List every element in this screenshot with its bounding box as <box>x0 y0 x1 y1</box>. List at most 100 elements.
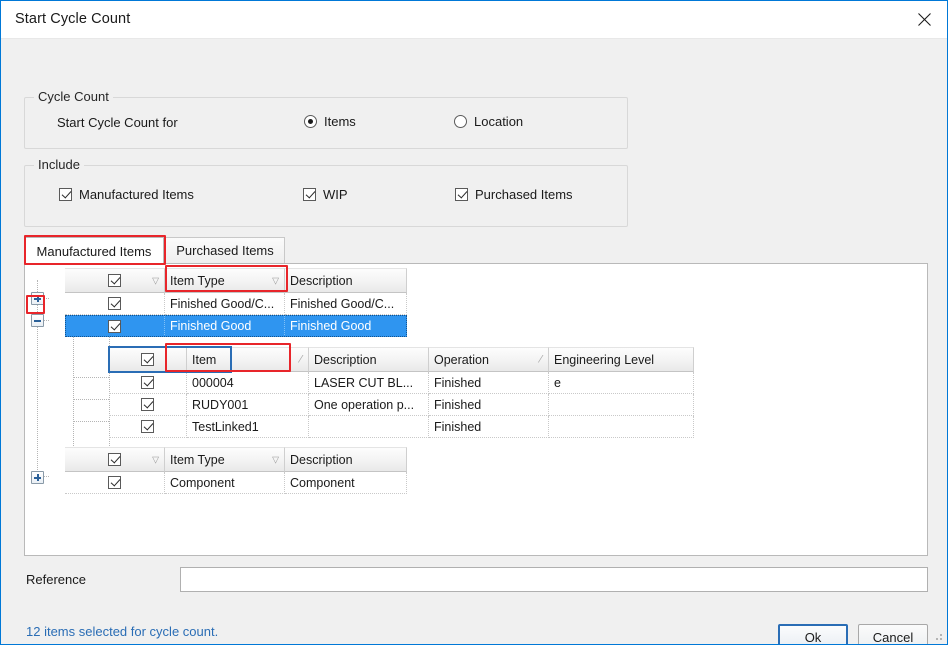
outer-grid-bottom-header-description[interactable]: Description <box>285 447 407 472</box>
row-item-cell: RUDY001 <box>187 394 309 416</box>
status-message: 12 items selected for cycle count. <box>26 624 219 639</box>
outer-grid-top-header-row: ▽ Item Type ▽ Description <box>65 268 407 293</box>
row-checkbox-cell[interactable] <box>65 315 165 337</box>
row-description-cell: LASER CUT BL... <box>309 372 429 394</box>
inner-grid-header-engineering-level-label: Engineering Level <box>554 352 655 367</box>
row-description-cell: Component <box>285 472 407 494</box>
row-engineering-level-cell <box>549 394 694 416</box>
tab-strip: Manufactured Items Purchased Items <box>24 237 928 264</box>
inner-grid-header-item-label: Item <box>192 352 217 367</box>
outer-grid-bottom-header-checkbox-mark <box>108 453 121 466</box>
collapser-finished-good[interactable] <box>31 314 44 327</box>
inner-grid-header-description[interactable]: Description <box>309 347 429 372</box>
reference-input[interactable] <box>180 567 928 592</box>
checkbox-manufactured-items[interactable]: Manufactured Items <box>59 187 194 202</box>
outer-grid-top-header-item-type[interactable]: Item Type ▽ <box>165 268 285 293</box>
checkbox-purchased-items[interactable]: Purchased Items <box>455 187 573 202</box>
checkbox-purchased-items-mark <box>455 188 468 201</box>
expander-finished-good-combo[interactable] <box>31 292 44 305</box>
row-checkbox-mark <box>141 398 154 411</box>
outer-grid-bottom-header-row: ▽ Item Type ▽ Description <box>65 447 407 472</box>
title-bar: Start Cycle Count <box>1 1 947 39</box>
outer-grid-top-header-description[interactable]: Description <box>285 268 407 293</box>
dialog-body: Cycle Count Start Cycle Count for Items … <box>2 39 947 644</box>
row-item-type-cell: Component <box>165 472 285 494</box>
checkbox-manufactured-items-mark <box>59 188 72 201</box>
inner-grid-header-checkbox-mark <box>141 353 154 366</box>
start-cycle-count-dialog: Start Cycle Count Cycle Count Start Cycl… <box>0 0 948 645</box>
row-checkbox-cell[interactable] <box>65 472 165 494</box>
tab-manufactured-items[interactable]: Manufactured Items <box>24 237 164 264</box>
cycle-count-group: Cycle Count Start Cycle Count for Items … <box>24 89 628 149</box>
inner-grid-header-operation-label: Operation <box>434 352 489 367</box>
radio-location-mark <box>454 115 467 128</box>
checkbox-purchased-items-label: Purchased Items <box>475 187 573 202</box>
row-checkbox-cell[interactable] <box>109 394 187 416</box>
outer-grid-bottom-header-checkbox[interactable]: ▽ <box>65 447 165 472</box>
radio-items-label: Items <box>324 114 356 129</box>
ok-button[interactable]: Ok <box>778 624 848 645</box>
row-item-cell: TestLinked1 <box>187 416 309 438</box>
tab-purchased-items[interactable]: Purchased Items <box>165 237 285 263</box>
table-row[interactable]: 000004 LASER CUT BL... Finished e <box>109 372 694 394</box>
inner-grid-header-operation[interactable]: Operation ⁄ <box>429 347 549 372</box>
row-checkbox-cell[interactable] <box>65 293 165 315</box>
row-checkbox-cell[interactable] <box>109 372 187 394</box>
row-operation-cell: Finished <box>429 416 549 438</box>
reference-label: Reference <box>26 572 86 587</box>
filter-icon[interactable]: ▽ <box>272 276 279 285</box>
row-operation-cell: Finished <box>429 372 549 394</box>
radio-location[interactable]: Location <box>454 114 523 129</box>
inner-grid-header-item[interactable]: Item ⁄ <box>187 347 309 372</box>
checkbox-wip-label: WIP <box>323 187 348 202</box>
row-description-cell <box>309 416 429 438</box>
ok-button-label: Ok <box>804 629 822 645</box>
tree-line-vertical-child <box>73 330 74 448</box>
filter-icon[interactable]: ▽ <box>152 455 159 464</box>
include-group-legend: Include <box>34 157 84 172</box>
row-checkbox-mark <box>141 376 154 389</box>
inner-grid-header-engineering-level[interactable]: Engineering Level <box>549 347 694 372</box>
radio-location-label: Location <box>474 114 524 129</box>
cancel-button[interactable]: Cancel <box>858 624 928 645</box>
inner-grid-header-description-label: Description <box>314 352 377 367</box>
expander-component[interactable] <box>31 471 44 484</box>
row-checkbox-mark <box>141 420 154 433</box>
row-description-cell: Finished Good <box>285 315 407 337</box>
table-row[interactable]: Finished Good Finished Good <box>65 315 407 337</box>
tab-purchased-items-label: Purchased Items <box>176 243 274 258</box>
filter-icon[interactable]: ▽ <box>152 276 159 285</box>
close-icon[interactable] <box>901 1 947 38</box>
cycle-count-group-legend: Cycle Count <box>34 89 113 104</box>
tab-manufactured-items-label: Manufactured Items <box>36 243 152 259</box>
outer-grid-bottom-header-item-type-label: Item Type <box>170 452 225 467</box>
outer-grid-bottom-header-description-label: Description <box>290 452 353 467</box>
row-engineering-level-cell: e <box>549 372 694 394</box>
include-group: Include Manufactured Items WIP Purchased… <box>24 157 628 227</box>
outer-grid-bottom-header-item-type[interactable]: Item Type ▽ <box>165 447 285 472</box>
row-checkbox-mark <box>108 319 121 333</box>
outer-grid-top-header-item-type-label: Item Type <box>170 273 225 288</box>
table-row[interactable]: Component Component <box>65 472 407 494</box>
resize-grip[interactable] <box>932 630 944 642</box>
tree-line-h-child-3 <box>73 421 109 422</box>
row-checkbox-mark <box>108 297 121 310</box>
inner-grid-header-row: Item ⁄ Description Operation ⁄ Engineeri… <box>109 347 694 372</box>
tree-line-h-child-1 <box>73 377 109 378</box>
sort-ascending-icon: ⁄ <box>300 353 302 365</box>
outer-grid-top-header-checkbox[interactable]: ▽ <box>65 268 165 293</box>
row-description-cell: Finished Good/C... <box>285 293 407 315</box>
table-row[interactable]: Finished Good/C... Finished Good/C... <box>65 293 407 315</box>
checkbox-wip-mark <box>303 188 316 201</box>
manufactured-items-panel: ▽ Item Type ▽ Description Finished Good/… <box>24 263 928 556</box>
row-description-cell: One operation p... <box>309 394 429 416</box>
filter-icon[interactable]: ▽ <box>272 455 279 464</box>
table-row[interactable]: RUDY001 One operation p... Finished <box>109 394 694 416</box>
table-row[interactable]: TestLinked1 Finished <box>109 416 694 438</box>
radio-items[interactable]: Items <box>304 114 356 129</box>
row-checkbox-cell[interactable] <box>109 416 187 438</box>
inner-grid-header-checkbox[interactable] <box>109 347 187 372</box>
sort-ascending-icon: ⁄ <box>540 353 542 365</box>
cancel-button-label: Cancel <box>872 629 914 645</box>
checkbox-wip[interactable]: WIP <box>303 187 348 202</box>
